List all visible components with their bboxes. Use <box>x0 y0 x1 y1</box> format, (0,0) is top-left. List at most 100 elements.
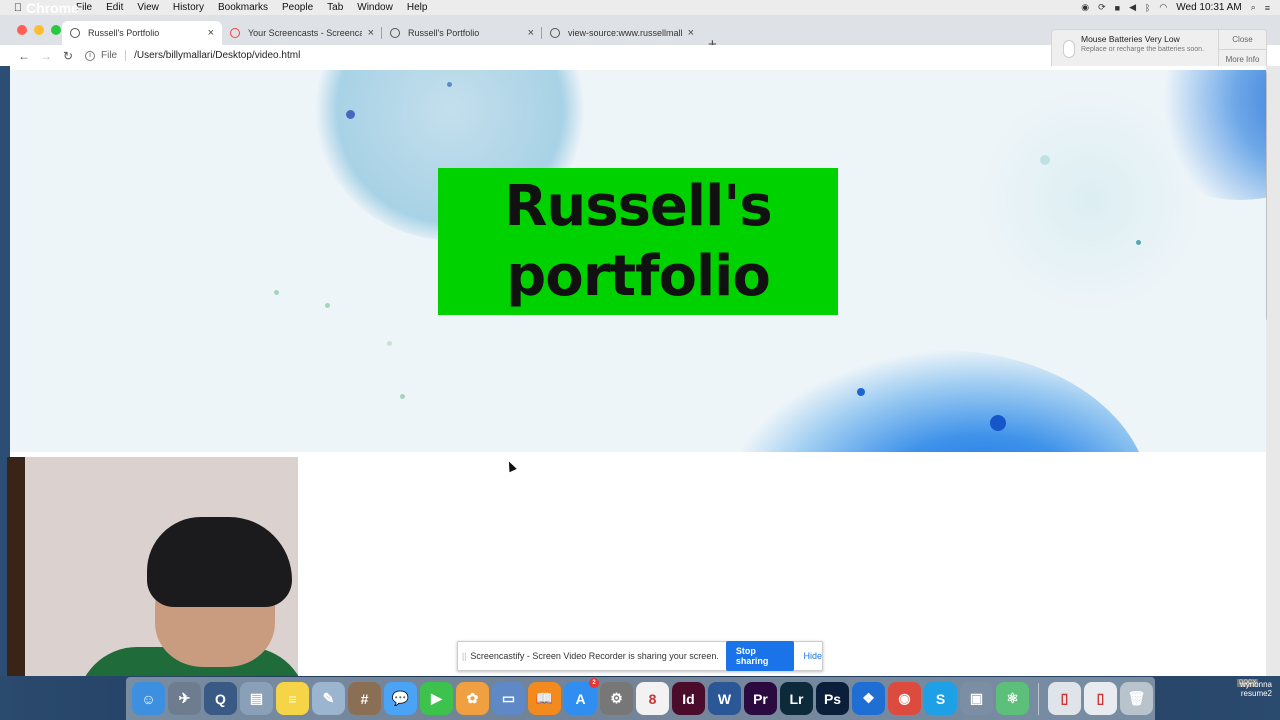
word-icon[interactable]: W <box>708 682 741 715</box>
notification-title: Mouse Batteries Very Low <box>1081 34 1180 44</box>
facetime-icon[interactable]: ▶ <box>420 682 453 715</box>
close-icon[interactable]: × <box>208 27 214 39</box>
decorative-dot <box>857 388 865 396</box>
indesign-icon[interactable]: Id <box>672 682 705 715</box>
system-preferences-icon[interactable]: ⚙ <box>600 682 633 715</box>
share-message: Screencastify - Screen Video Recorder is… <box>470 651 719 661</box>
launchpad-icon[interactable]: ✈ <box>168 682 201 715</box>
close-window-button[interactable] <box>17 25 27 35</box>
notification-body: Replace or recharge the batteries soon. <box>1081 46 1204 53</box>
decorative-dot <box>447 82 452 87</box>
calculator-icon[interactable]: # <box>348 682 381 715</box>
app-store-icon[interactable]: A2 <box>564 678 599 715</box>
menu-window[interactable]: Window <box>350 2 400 13</box>
location-icon[interactable]: ◉ <box>1081 2 1089 13</box>
reload-icon[interactable]: ↻ <box>57 49 79 63</box>
desktop-file-name-line1: wynonna <box>1239 680 1272 689</box>
decorative-dot <box>1040 155 1050 165</box>
hide-button[interactable]: Hide <box>803 651 822 661</box>
jpeg-file-icon[interactable]: ▯ <box>1084 682 1117 715</box>
menu-tab[interactable]: Tab <box>320 2 350 13</box>
atom-icon[interactable]: ⚛ <box>996 682 1029 715</box>
menu-view[interactable]: View <box>130 2 166 13</box>
sync-icon[interactable]: ⟳ <box>1098 2 1106 13</box>
close-icon[interactable]: × <box>368 27 374 39</box>
photos-icon[interactable]: ✿ <box>456 682 489 715</box>
premiere-icon[interactable]: Pr <box>744 682 777 715</box>
window-controls <box>17 25 61 35</box>
image-capture-icon[interactable]: ▣ <box>960 682 993 715</box>
wifi-icon[interactable]: ◠ <box>1159 2 1167 13</box>
finder-icon[interactable]: ☺ <box>132 682 165 715</box>
tab-russells-portfolio[interactable]: Russell's Portfolio × <box>62 21 222 45</box>
keynote-icon[interactable]: ▭ <box>492 682 525 715</box>
spotlight-icon[interactable]: ⌕ <box>1251 2 1256 13</box>
ibooks-icon[interactable]: 📖 <box>528 682 561 715</box>
photoshop-icon[interactable]: Ps <box>816 682 849 715</box>
decorative-bubble <box>730 350 1150 452</box>
tab-your-screencasts[interactable]: Your Screencasts - Screencas × <box>222 21 382 45</box>
forward-arrow-icon[interactable]: → <box>35 49 57 63</box>
dropbox-icon[interactable]: ❖ <box>852 682 885 715</box>
close-icon[interactable]: × <box>528 27 534 39</box>
menu-people[interactable]: People <box>275 2 320 13</box>
page-title-line1: Russell's <box>504 173 772 239</box>
dock-separator <box>1038 682 1039 715</box>
messages-icon[interactable]: 💬 <box>384 682 417 715</box>
tab-label: Your Screencasts - Screencas <box>248 28 362 38</box>
tab-label: Russell's Portfolio <box>408 28 480 38</box>
menu-history[interactable]: History <box>166 2 211 13</box>
webcam-person-hair <box>147 517 292 607</box>
script-editor-icon[interactable]: ✎ <box>312 682 345 715</box>
back-arrow-icon[interactable]: ← <box>13 49 35 63</box>
status-area: ◉ ⟳ ■ ◀ ᛒ ◠ Wed 10:31 AM ⌕ ≡ <box>1081 2 1280 13</box>
calendar-icon[interactable]: 8 <box>636 682 669 715</box>
trash-icon[interactable]: 🗑 <box>1120 682 1153 715</box>
menu-bookmarks[interactable]: Bookmarks <box>211 2 275 13</box>
decorative-dot <box>1136 240 1141 245</box>
webcam-background <box>7 457 25 676</box>
hero-title-box: Russell's portfolio <box>438 168 838 315</box>
menu-bar:  Chrome File Edit View History Bookmark… <box>0 0 1280 16</box>
desktop-file-label[interactable]: wynonna resume2 <box>1222 680 1272 698</box>
document-icon[interactable]: ▯ <box>1048 682 1081 715</box>
decorative-dot <box>274 290 279 295</box>
globe-icon <box>550 28 560 38</box>
tab-label: Russell's Portfolio <box>88 28 160 38</box>
url-text[interactable]: /Users/billymallari/Desktop/video.html <box>134 50 300 61</box>
drag-handle-icon[interactable]: || <box>458 651 470 661</box>
screen-share-bar: || Screencastify - Screen Video Recorder… <box>457 641 823 671</box>
globe-icon <box>390 28 400 38</box>
menu-edit[interactable]: Edit <box>99 2 130 13</box>
tab-view-source[interactable]: view-source:www.russellmalla × <box>542 21 702 45</box>
skype-icon[interactable]: S <box>924 682 957 715</box>
lightroom-icon[interactable]: Lr <box>780 682 813 715</box>
volume-icon[interactable]: ◀ <box>1129 2 1136 13</box>
info-icon[interactable]: i <box>85 50 95 61</box>
webcam-overlay <box>7 457 298 676</box>
chrome-icon[interactable]: ◉ <box>888 682 921 715</box>
tab-label: view-source:www.russellmalla <box>568 28 682 38</box>
notification-center-icon[interactable]: ≡ <box>1265 3 1270 13</box>
notification-close-button[interactable]: Close <box>1219 30 1266 49</box>
preview-icon[interactable]: ▤ <box>240 682 273 715</box>
notes-icon[interactable]: ≡ <box>276 682 309 715</box>
tab-russells-portfolio-2[interactable]: Russell's Portfolio × <box>382 21 542 45</box>
url-scheme: File <box>101 50 127 61</box>
zoom-window-button[interactable] <box>51 25 61 35</box>
decorative-dot <box>990 415 1006 431</box>
quicktime-icon[interactable]: Q <box>204 682 237 715</box>
camera-icon[interactable]: ■ <box>1115 3 1120 13</box>
address-bar[interactable]: i File /Users/billymallari/Desktop/video… <box>85 50 300 61</box>
clock[interactable]: Wed 10:31 AM <box>1176 2 1241 13</box>
minimize-window-button[interactable] <box>34 25 44 35</box>
bluetooth-icon[interactable]: ᛒ <box>1145 3 1150 13</box>
close-icon[interactable]: × <box>688 27 694 39</box>
menu-help[interactable]: Help <box>400 2 435 13</box>
mouse-icon <box>1063 40 1075 58</box>
stop-sharing-button[interactable]: Stop sharing <box>725 641 795 671</box>
notification-badge: 2 <box>589 678 599 688</box>
page-title-line2: portfolio <box>506 243 771 309</box>
hero-section: Russell's portfolio <box>10 70 1266 452</box>
decorative-dot <box>387 341 392 346</box>
